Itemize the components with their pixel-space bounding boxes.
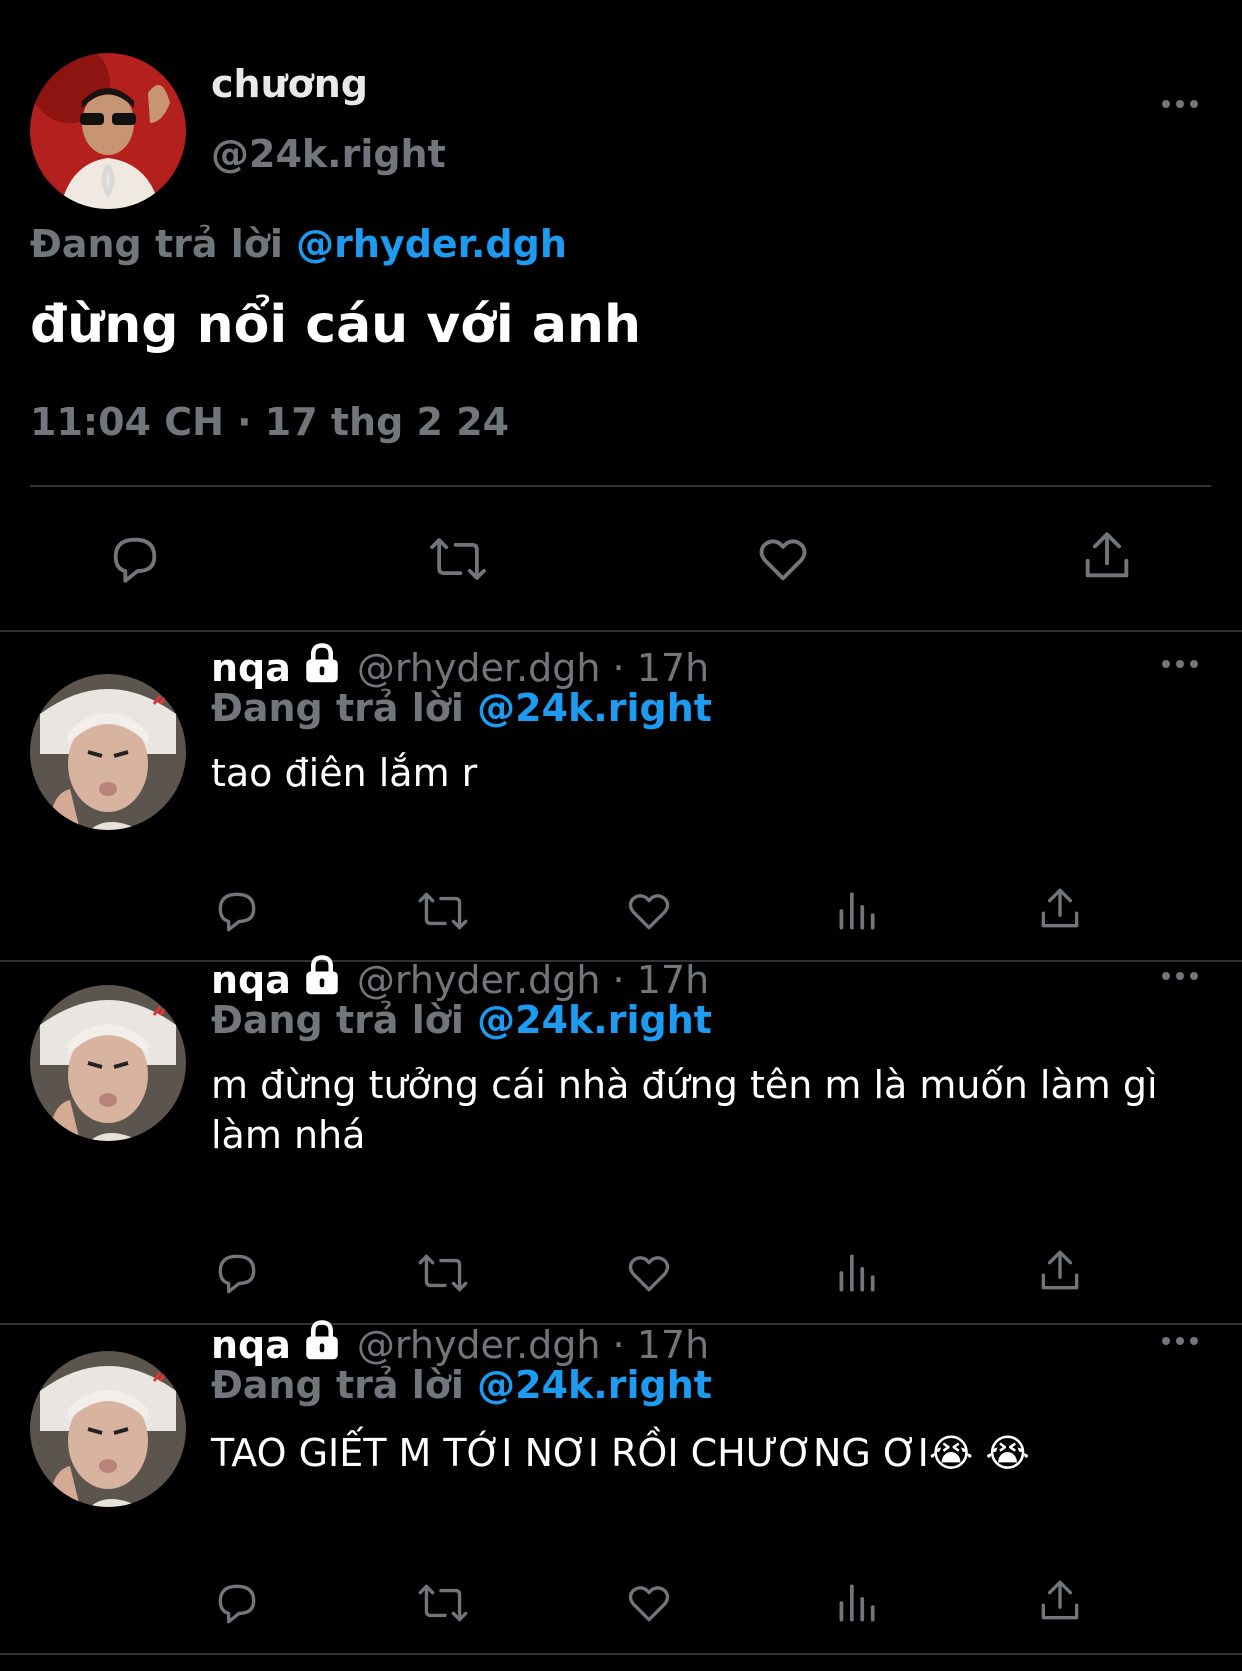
replying-to: Đang trả lời @24k.right bbox=[211, 1363, 712, 1407]
share-icon[interactable] bbox=[1035, 1246, 1085, 1296]
more-options-icon[interactable] bbox=[1162, 1337, 1198, 1345]
replying-to: Đang trả lời @24k.right bbox=[211, 998, 712, 1042]
mention-link[interactable]: @rhyder.dgh bbox=[296, 222, 567, 266]
reply-icon[interactable] bbox=[212, 886, 262, 936]
retweet-icon[interactable] bbox=[425, 530, 491, 588]
reply-text: tao điên lắm r bbox=[211, 751, 478, 795]
share-icon[interactable] bbox=[1078, 527, 1136, 585]
handle-time: @rhyder.dgh · 17h bbox=[356, 645, 710, 690]
reply-tweet[interactable]: nqa @rhyder.dgh · 17h Đang trả lời @24k.… bbox=[0, 955, 1242, 1325]
more-options-icon[interactable] bbox=[1162, 972, 1198, 980]
retweet-icon[interactable] bbox=[414, 886, 472, 936]
reply-icon[interactable] bbox=[106, 530, 164, 588]
replying-prefix: Đang trả lời bbox=[211, 998, 464, 1042]
handle-time: @rhyder.dgh · 17h bbox=[356, 957, 710, 1002]
replying-to: Đang trả lời @rhyder.dgh bbox=[30, 222, 567, 266]
like-icon[interactable] bbox=[624, 1578, 674, 1628]
more-options-icon[interactable] bbox=[1162, 660, 1198, 668]
share-icon[interactable] bbox=[1035, 1576, 1085, 1626]
mention-link[interactable]: @24k.right bbox=[477, 1363, 712, 1407]
reply-text: TAO GIẾT M TỚI NƠI RỒI CHƯƠNG ƠI😭 😭 bbox=[211, 1431, 1030, 1475]
handle-time: @rhyder.dgh · 17h bbox=[356, 1322, 710, 1367]
reply-icon[interactable] bbox=[212, 1248, 262, 1298]
display-name[interactable]: nqa bbox=[211, 958, 291, 1002]
avatar[interactable] bbox=[30, 1351, 186, 1507]
like-icon[interactable] bbox=[624, 1248, 674, 1298]
reply-tweet[interactable]: nqa @rhyder.dgh · 17h Đang trả lời @24k.… bbox=[0, 632, 1242, 962]
mention-link[interactable]: @24k.right bbox=[477, 998, 712, 1042]
replying-prefix: Đang trả lời bbox=[211, 686, 464, 730]
tweet-timestamp[interactable]: 11:04 CH · 17 thg 2 24 bbox=[30, 400, 509, 444]
like-icon[interactable] bbox=[624, 886, 674, 936]
replying-prefix: Đang trả lời bbox=[211, 1363, 464, 1407]
tweet-text: đừng nổi cáu với anh bbox=[30, 295, 641, 355]
display-name[interactable]: nqa bbox=[211, 646, 291, 690]
display-name[interactable]: nqa bbox=[211, 1323, 291, 1367]
share-icon[interactable] bbox=[1035, 884, 1085, 934]
divider bbox=[30, 485, 1211, 487]
analytics-icon[interactable] bbox=[831, 886, 881, 936]
like-icon[interactable] bbox=[754, 530, 812, 588]
reply-icon[interactable] bbox=[212, 1578, 262, 1628]
avatar[interactable] bbox=[30, 53, 186, 209]
main-tweet: chương @24k.right Đang trả lời @rhyder.d… bbox=[0, 0, 1242, 632]
avatar[interactable] bbox=[30, 985, 186, 1141]
mention-link[interactable]: @24k.right bbox=[477, 686, 712, 730]
avatar[interactable] bbox=[30, 674, 186, 830]
analytics-icon[interactable] bbox=[831, 1248, 881, 1298]
user-handle[interactable]: @24k.right bbox=[211, 132, 446, 176]
replying-to: Đang trả lời @24k.right bbox=[211, 686, 712, 730]
reply-text: m đừng tưởng cái nhà đứng tên m là muốn … bbox=[211, 1063, 1158, 1157]
reply-tweet[interactable]: nqa @rhyder.dgh · 17h Đang trả lời @24k.… bbox=[0, 1320, 1242, 1655]
display-name[interactable]: chương bbox=[211, 62, 368, 106]
retweet-icon[interactable] bbox=[414, 1578, 472, 1628]
analytics-icon[interactable] bbox=[831, 1578, 881, 1628]
more-options-icon[interactable] bbox=[1162, 100, 1198, 108]
replying-prefix: Đang trả lời bbox=[30, 222, 283, 266]
retweet-icon[interactable] bbox=[414, 1248, 472, 1298]
